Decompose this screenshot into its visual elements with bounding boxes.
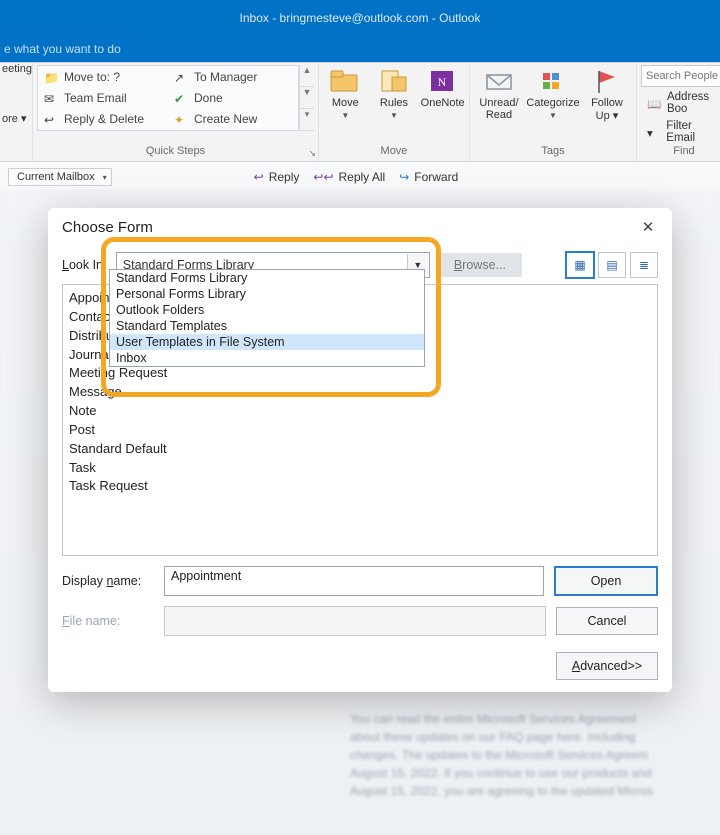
look-in-label: Look In: (62, 258, 108, 272)
dropdown-option[interactable]: User Templates in File System (110, 334, 424, 350)
grid-large-icon: ▦ (574, 258, 585, 272)
close-button[interactable]: ✕ (638, 218, 658, 236)
view-small-icons-button[interactable]: ▤ (598, 252, 626, 278)
dropdown-option[interactable]: Outlook Folders (110, 302, 424, 318)
cancel-button[interactable]: Cancel (556, 607, 658, 635)
file-name-label: File name: (62, 614, 154, 628)
list-item[interactable]: Task Request (69, 477, 651, 496)
display-name-label: Display name: (62, 574, 154, 588)
list-item[interactable]: Message (69, 383, 651, 402)
look-in-dropdown-list[interactable]: Standard Forms LibraryPersonal Forms Lib… (109, 269, 425, 367)
view-list-button[interactable]: ≣ (630, 252, 658, 278)
list-item[interactable]: Standard Default (69, 440, 651, 459)
list-item[interactable]: Post (69, 421, 651, 440)
dropdown-option[interactable]: Standard Templates (110, 318, 424, 334)
dropdown-option[interactable]: Inbox (110, 350, 424, 366)
grid-small-icon: ▤ (606, 258, 617, 272)
view-large-icons-button[interactable]: ▦ (566, 252, 594, 278)
choose-form-dialog: Choose Form ✕ Look In: Standard Forms Li… (48, 208, 672, 692)
open-button[interactable]: Open (554, 566, 658, 596)
dropdown-option[interactable]: Standard Forms Library (110, 270, 424, 286)
list-item[interactable]: Task (69, 459, 651, 478)
advanced-button[interactable]: Advanced>> (556, 652, 658, 680)
view-mode-buttons: ▦ ▤ ≣ (566, 252, 658, 278)
dropdown-option[interactable]: Personal Forms Library (110, 286, 424, 302)
dialog-title: Choose Form (62, 219, 153, 236)
file-name-input (164, 606, 546, 636)
list-icon: ≣ (639, 258, 649, 272)
list-item[interactable]: Note (69, 402, 651, 421)
browse-button[interactable]: Browse... (438, 253, 522, 277)
display-name-input[interactable]: Appointment (164, 566, 544, 596)
list-item[interactable]: Meeting Request (69, 364, 651, 383)
modal-overlay: Choose Form ✕ Look In: Standard Forms Li… (0, 0, 720, 835)
